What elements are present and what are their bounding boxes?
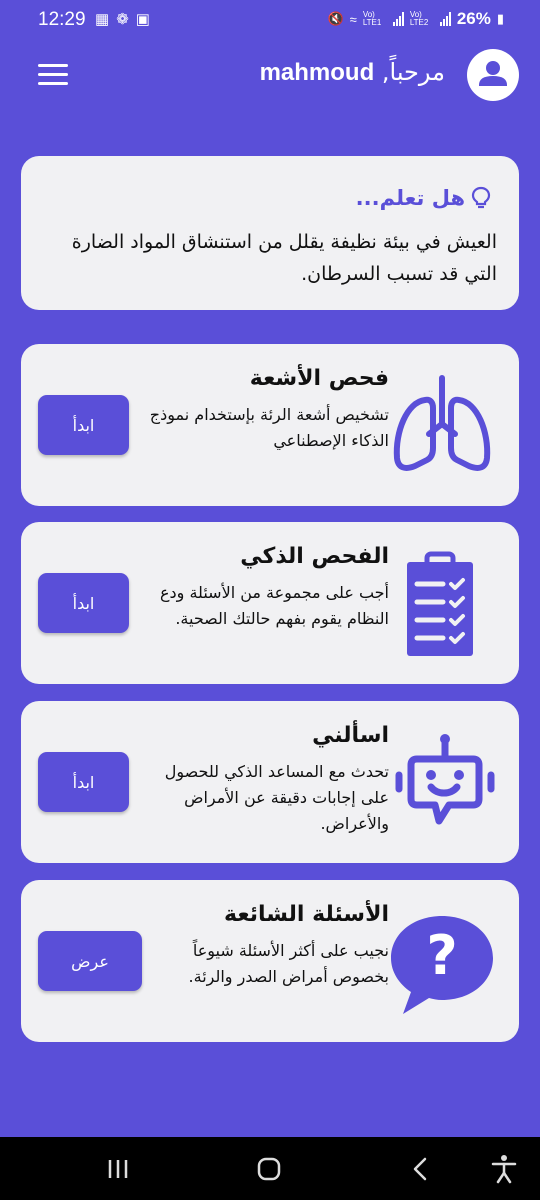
ask-me-card[interactable]: اسألني تحدث مع المساعد الذكي للحصول على … [21,701,519,863]
feature-description: تحدث مع المساعد الذكي للحصول على إجابات … [164,762,389,833]
status-system-icons: 🔇 ≈ Vo) LTE1 Vo) LTE2 26% ▮ [327,9,504,29]
tip-title-row: هل تعلم... [356,186,491,210]
status-time: 12:29 [38,9,86,30]
feature-description: تشخيص أشعة الرئة بإستخدام نموذج الذكاء ا… [149,405,389,450]
user-icon [479,61,507,86]
lightbulb-icon [471,186,491,209]
xray-scan-card[interactable]: فحص الأشعة تشخيص أشعة الرئة بإستخدام نمو… [21,344,519,506]
view-faq-button[interactable]: عرض [38,931,142,991]
mute-icon: 🔇 [327,11,344,26]
lungs-icon [393,375,491,471]
feature-description: نجيب على أكثر الأسئلة شيوعاً بخصوص أمراض… [188,941,389,986]
feature-title: الأسئلة الشائعة [224,902,389,927]
start-ask-me-button[interactable]: ابدأ [38,752,129,812]
network-label-1: Vo) LTE1 [362,10,382,27]
feature-title: فحص الأشعة [249,366,389,391]
battery-charging-icon: ▮ [496,11,504,26]
feature-title: اسألني [312,723,389,748]
smart-check-card[interactable]: الفحص الذكي أجب على مجموعة من الأسئلة ود… [21,522,519,684]
wifi-icon: ≈ [349,11,357,27]
signal-icon [392,12,404,26]
svg-text:?: ? [426,924,457,987]
checklist-clipboard-icon [407,551,473,656]
feature-title: الفحص الذكي [240,544,389,569]
did-you-know-card: هل تعلم... العيش في بيئة نظيفة يقلل من ا… [21,156,519,310]
tip-title: هل تعلم... [355,186,465,210]
battery-level: 26% [456,9,491,28]
home-icon[interactable] [249,1152,289,1186]
question-speech-bubble-icon: ? [391,916,493,1014]
fan-icon: ❁ [116,11,129,28]
start-xray-button[interactable]: ابدأ [38,395,129,455]
image-icon: ▣ [135,11,150,28]
network-label-2: Vo) LTE2 [409,10,429,27]
feature-description: أجب على مجموعة من الأسئلة ودع النظام يقو… [159,583,389,628]
back-icon[interactable] [400,1152,440,1186]
recent-apps-icon[interactable] [98,1152,138,1186]
faq-card[interactable]: ? الأسئلة الشائعة نجيب على أكثر الأسئلة … [21,880,519,1042]
chat-robot-icon [395,734,495,825]
grid-icon: ▦ [95,11,110,28]
greeting-word: مرحباً, [381,58,445,86]
status-bar: 12:29 ▦ ❁ ▣ 🔇 ≈ Vo) LTE1 Vo) LTE2 26% ▮ [0,0,540,40]
status-notification-icons: ▦ ❁ ▣ [95,10,150,28]
greeting: مرحباً, mahmoud [260,58,445,87]
hamburger-menu-icon[interactable] [38,64,68,86]
start-smart-check-button[interactable]: ابدأ [38,573,129,633]
tip-text: العيش في بيئة نظيفة يقلل من استنشاق المو… [71,231,497,285]
username: mahmoud [259,59,375,86]
signal-icon [439,12,451,26]
avatar[interactable] [467,49,519,101]
accessibility-icon[interactable] [484,1152,524,1186]
system-nav-bar [0,1137,540,1200]
